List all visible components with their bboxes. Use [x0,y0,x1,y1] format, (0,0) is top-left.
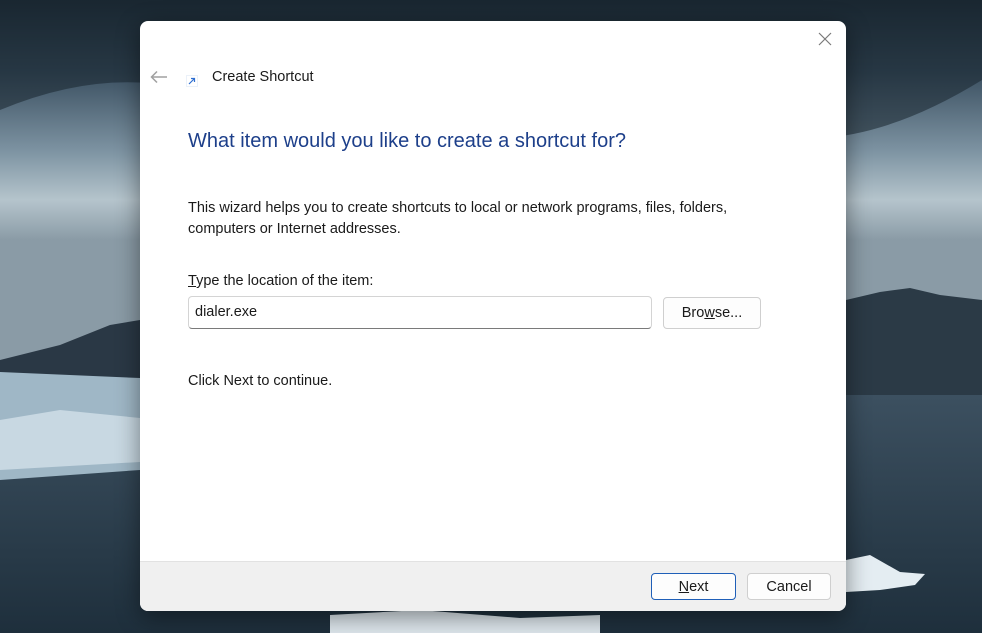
wizard-description: This wizard helps you to create shortcut… [188,200,728,237]
location-label-mnemonic: T [188,273,197,289]
browse-label-mnemonic: w [704,305,715,321]
close-icon [818,32,832,46]
browse-label-post: se... [714,305,743,321]
window-title: Create Shortcut [212,69,314,85]
location-label: Type the location of the item: [188,273,373,289]
browse-button[interactable]: Bro w se... [663,297,761,329]
close-button[interactable] [810,25,840,53]
cancel-button[interactable]: Cancel [747,573,831,600]
location-label-text: ype the location of the item: [196,273,374,289]
create-shortcut-dialog: Create Shortcut What item would you like… [140,21,846,611]
next-button[interactable]: Next [651,573,736,600]
back-arrow-icon [150,70,167,84]
dialog-footer: Next Cancel [140,561,846,611]
wizard-heading: What item would you like to create a sho… [188,130,626,152]
shortcut-arrow-icon [186,75,198,87]
continue-instruction: Click Next to continue. [188,373,333,389]
next-label-text: ext [689,578,709,595]
browse-label-pre: Bro [681,305,705,321]
back-button[interactable] [148,67,170,87]
next-label-mnemonic: N [678,578,690,595]
location-input[interactable] [188,296,652,329]
desktop-background: Create Shortcut What item would you like… [0,0,982,633]
